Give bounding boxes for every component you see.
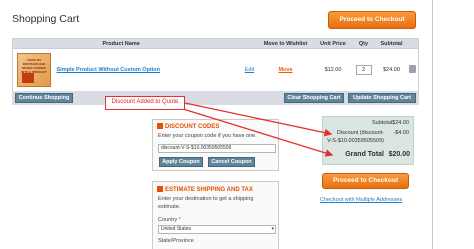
annotation-arrows bbox=[182, 102, 334, 157]
annotation-callout: Discount Added to Quote bbox=[105, 96, 185, 110]
arrow-to-discount-row bbox=[184, 102, 333, 137]
arrow-to-grand-total bbox=[182, 108, 334, 157]
